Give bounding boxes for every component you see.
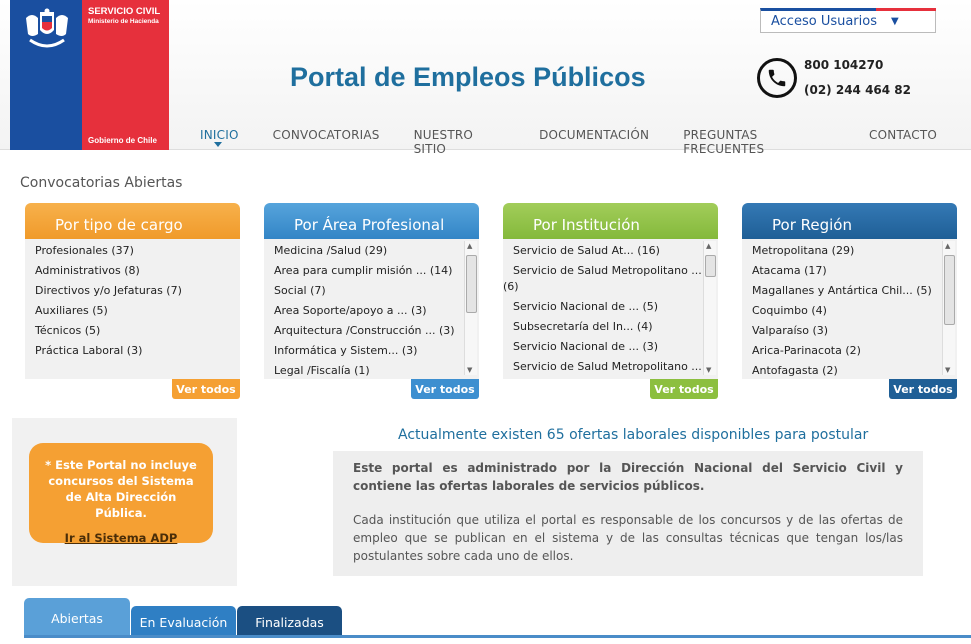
panel-tipo-cargo: Por tipo de cargo Profesionales (37) Adm…: [25, 203, 240, 401]
list-item[interactable]: Legal /Fiscalía (1): [274, 363, 469, 379]
ver-todos-button[interactable]: Ver todos: [889, 379, 957, 399]
scroll-down-icon[interactable]: ▼: [706, 366, 711, 374]
nav-documentacion[interactable]: DOCUMENTACIÓN: [539, 128, 649, 156]
tab-en-evaluacion[interactable]: En Evaluación: [131, 606, 236, 638]
ver-todos-button[interactable]: Ver todos: [172, 379, 240, 399]
list-item[interactable]: Valparaíso (3): [752, 323, 947, 343]
site-header: SERVICIO CIVIL Ministerio de Hacienda Go…: [0, 0, 971, 156]
list-item[interactable]: Coquimbo (4): [752, 303, 947, 323]
list-item[interactable]: Servicio Nacional de ... (5): [513, 299, 708, 319]
scroll-thumb[interactable]: [466, 255, 477, 313]
panel-list: Servicio de Salud At... (16) Servicio de…: [503, 239, 718, 379]
info-box: Este portal es administrado por la Direc…: [333, 451, 923, 576]
list-item[interactable]: Directivos y/o Jefaturas (7): [35, 283, 230, 303]
adp-notice-text: * Este Portal no incluye concursos del S…: [45, 458, 197, 520]
panel-title: Por tipo de cargo: [25, 203, 240, 239]
ver-todos-button[interactable]: Ver todos: [411, 379, 479, 399]
adp-notice: * Este Portal no incluye concursos del S…: [29, 443, 213, 546]
logo-government: Gobierno de Chile: [88, 136, 157, 145]
logo-subtitle: Ministerio de Hacienda: [88, 18, 159, 25]
offers-tabs: Abiertas En Evaluación Finalizadas: [0, 598, 971, 644]
scroll-thumb[interactable]: [944, 255, 955, 325]
list-item[interactable]: Informática y Sistem... (3): [274, 343, 469, 363]
adp-link-prefix: Ir al Sistema: [64, 531, 151, 545]
list-item[interactable]: Subsecretaría del In... (4): [513, 319, 708, 339]
info-paragraph-2: Cada institución que utiliza el portal e…: [353, 513, 903, 563]
scroll-down-icon[interactable]: ▼: [945, 366, 950, 374]
list-item[interactable]: Area Soporte/apoyo a ... (3): [274, 303, 469, 323]
list-item[interactable]: Social (7): [274, 283, 469, 303]
scroll-up-icon[interactable]: ▲: [706, 242, 711, 250]
offers-count-text: Actualmente existen 65 ofertas laborales…: [398, 427, 869, 443]
list-item[interactable]: Servicio de Salud Metropolitano ...: [513, 359, 708, 379]
nav-inicio[interactable]: INICIO: [200, 128, 239, 156]
panel-list: Metropolitana (29) Atacama (17) Magallan…: [742, 239, 957, 379]
list-item[interactable]: Antofagasta (2): [752, 363, 947, 379]
scrollbar[interactable]: ▲ ▼: [942, 241, 955, 375]
list-item[interactable]: Arquitectura /Construcción ... (3): [274, 323, 469, 343]
chile-crest-icon: [26, 8, 68, 48]
chevron-down-icon: ▼: [891, 16, 899, 27]
list-item[interactable]: Práctica Laboral (3): [35, 343, 230, 363]
logo-title: SERVICIO CIVIL: [88, 6, 161, 17]
nav-contacto[interactable]: CONTACTO: [869, 128, 937, 156]
list-item[interactable]: Profesionales (37): [35, 243, 230, 263]
nav-convocatorias[interactable]: CONVOCATORIAS: [273, 128, 380, 156]
ver-todos-button[interactable]: Ver todos: [650, 379, 718, 399]
scrollbar[interactable]: ▲ ▼: [703, 241, 716, 375]
scroll-down-icon[interactable]: ▼: [467, 366, 472, 374]
nav-nuestro-sitio[interactable]: NUESTRO SITIO: [414, 128, 505, 156]
servicio-civil-logo[interactable]: SERVICIO CIVIL Ministerio de Hacienda Go…: [10, 0, 169, 150]
access-users-dropdown[interactable]: Acceso Usuarios ▼: [760, 8, 936, 33]
page-title: Portal de Empleos Públicos: [290, 62, 646, 92]
list-item[interactable]: Auxiliares (5): [35, 303, 230, 323]
scrollbar[interactable]: ▲ ▼: [464, 241, 477, 375]
phone-icon: [757, 58, 797, 98]
info-paragraph-1: Este portal es administrado por la Direc…: [353, 461, 903, 493]
list-item[interactable]: Arica-Parinacota (2): [752, 343, 947, 363]
tab-abiertas[interactable]: Abiertas: [24, 598, 130, 638]
list-item: (6): [503, 280, 519, 293]
panel-title: Por Área Profesional: [264, 203, 479, 239]
panel-region: Por Región Metropolitana (29) Atacama (1…: [742, 203, 957, 401]
list-item[interactable]: Medicina /Salud (29): [274, 243, 469, 263]
panel-title: Por Institución: [503, 203, 718, 239]
list-item[interactable]: Administrativos (8): [35, 263, 230, 283]
panel-list: Medicina /Salud (29) Area para cumplir m…: [264, 239, 479, 379]
scroll-up-icon[interactable]: ▲: [467, 242, 472, 250]
panel-title: Por Región: [742, 203, 957, 239]
nav-preguntas-frecuentes[interactable]: PREGUNTAS FRECUENTES: [683, 128, 835, 156]
scroll-up-icon[interactable]: ▲: [945, 242, 950, 250]
section-title: Convocatorias Abiertas: [20, 175, 183, 191]
phone-number-1: 800 104270: [804, 58, 884, 72]
list-item[interactable]: Servicio de Salud Metropolitano ...: [513, 263, 708, 279]
tabs-underline: [24, 635, 971, 638]
list-item[interactable]: Magallanes y Antártica Chil... (5): [752, 283, 947, 303]
access-users-label: Acceso Usuarios: [771, 14, 877, 29]
list-item[interactable]: Servicio de Salud At... (16): [513, 243, 708, 263]
list-item[interactable]: Técnicos (5): [35, 323, 230, 343]
list-item[interactable]: Area para cumplir misión ... (14): [274, 263, 469, 283]
phone-number-2: (02) 244 464 82: [804, 83, 911, 97]
tab-finalizadas[interactable]: Finalizadas: [237, 606, 342, 638]
list-item[interactable]: Metropolitana (29): [752, 243, 947, 263]
list-item[interactable]: Servicio Nacional de ... (3): [513, 339, 708, 359]
list-item[interactable]: Atacama (17): [752, 263, 947, 283]
panel-institucion: Por Institución Servicio de Salud At... …: [503, 203, 718, 401]
adp-link-bold: ADP: [150, 531, 178, 545]
adp-link[interactable]: Ir al Sistema ADP: [29, 530, 213, 546]
panel-area-profesional: Por Área Profesional Medicina /Salud (29…: [264, 203, 479, 401]
scroll-thumb[interactable]: [705, 255, 716, 277]
panel-list: Profesionales (37) Administrativos (8) D…: [25, 239, 240, 379]
adp-notice-box: * Este Portal no incluye concursos del S…: [12, 418, 237, 586]
main-nav: INICIO CONVOCATORIAS NUESTRO SITIO DOCUM…: [200, 128, 971, 156]
